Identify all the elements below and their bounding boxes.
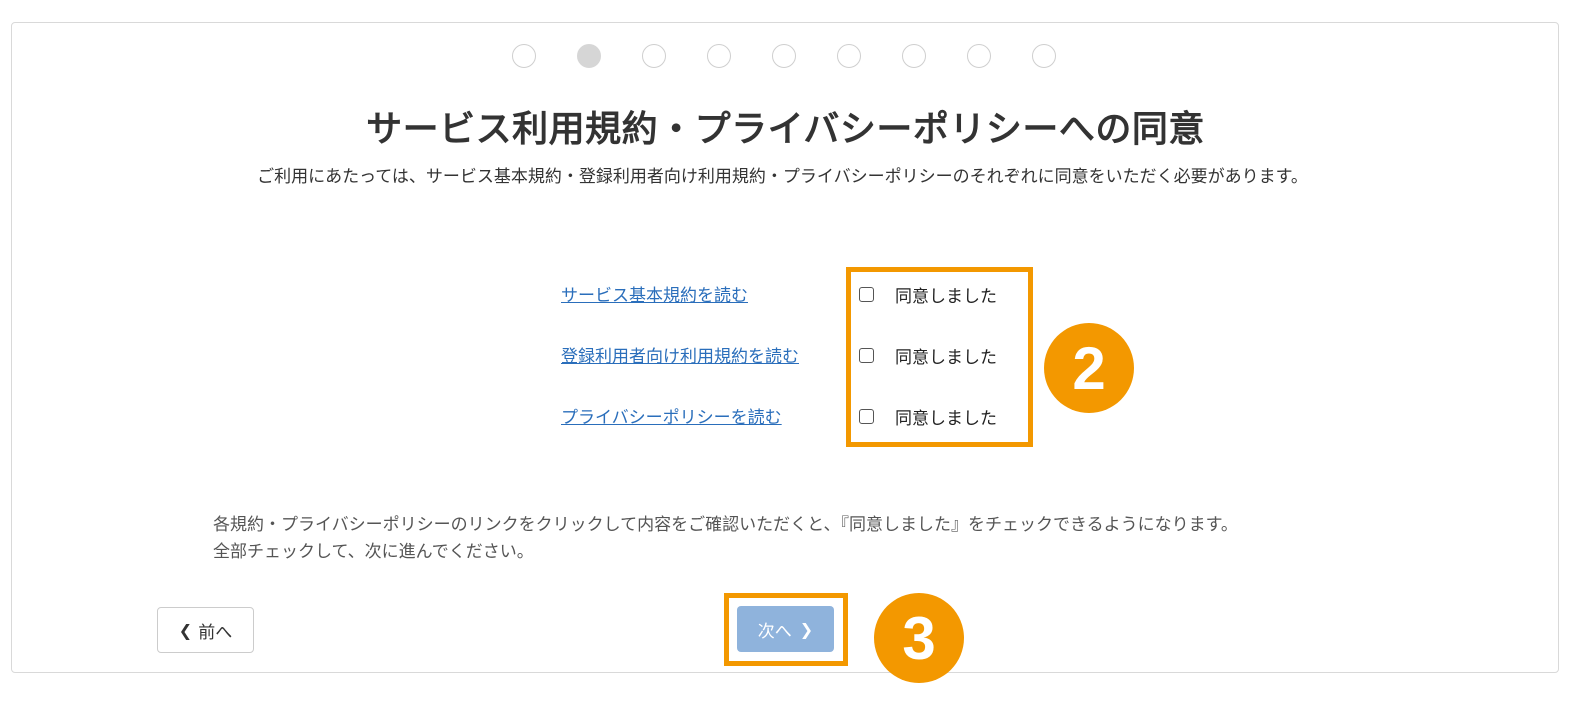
chevron-left-icon: ❮ (178, 620, 193, 640)
step-indicator-8 (967, 44, 991, 68)
prev-button[interactable]: ❮ 前へ (157, 607, 254, 653)
step-badge-2: 2 (1044, 323, 1134, 413)
next-button-label: 次へ (757, 621, 792, 642)
read-service-terms-link[interactable]: サービス基本規約を読む (561, 281, 748, 306)
prev-button-label: 前へ (198, 622, 233, 643)
chevron-right-icon: ❯ (799, 619, 814, 639)
checkbox-highlight-box (846, 267, 1033, 447)
step-indicator-4 (707, 44, 731, 68)
page-title: サービス利用規約・プライバシーポリシーへの同意 (366, 109, 1205, 150)
instruction-line-1: 各規約・プライバシーポリシーのリンクをクリックして内容をご確認いただくと、『同意… (213, 515, 1238, 535)
next-button[interactable]: 次へ ❯ (737, 606, 834, 652)
step-indicator-5 (772, 44, 796, 68)
step-indicator-6 (837, 44, 861, 68)
read-privacy-policy-link[interactable]: プライバシーポリシーを読む (561, 403, 782, 428)
step-indicator-9 (1032, 44, 1056, 68)
instruction-line-2: 全部チェックして、次に進んでください。 (213, 542, 534, 562)
progress-stepper (512, 44, 1097, 68)
agreement-row-user-terms: 登録利用者向け利用規約を読む (561, 339, 799, 369)
instruction-note: 各規約・プライバシーポリシーのリンクをクリックして内容をご確認いただくと、『同意… (213, 512, 1238, 566)
step-indicator-1 (512, 44, 536, 68)
agreement-row-terms: サービス基本規約を読む (561, 278, 748, 308)
step-indicator-2-current (577, 44, 601, 68)
page-subtitle: ご利用にあたっては、サービス基本規約・登録利用者向け利用規約・プライバシーポリシ… (257, 167, 1308, 187)
read-user-terms-link[interactable]: 登録利用者向け利用規約を読む (561, 342, 799, 367)
step-indicator-7 (902, 44, 926, 68)
step-badge-3: 3 (874, 593, 964, 683)
agreement-row-privacy: プライバシーポリシーを読む (561, 400, 782, 430)
step-indicator-3 (642, 44, 666, 68)
